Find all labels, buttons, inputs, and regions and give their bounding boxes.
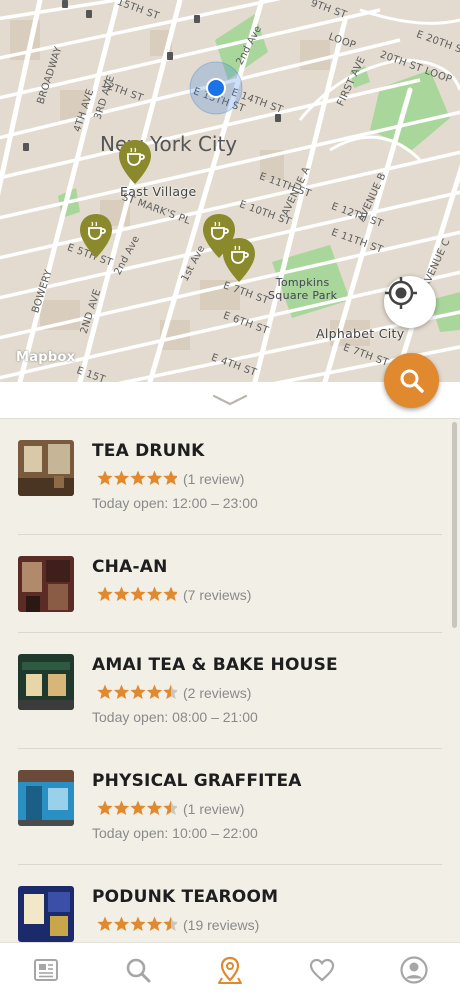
star-icon (163, 470, 177, 485)
search-button[interactable] (384, 353, 439, 408)
star-rating (97, 470, 177, 485)
review-count: (7 reviews) (183, 587, 252, 603)
opening-hours: Today open: 12:00 – 23:00 (92, 495, 258, 511)
newspaper-icon (34, 959, 58, 981)
star-rating (97, 800, 177, 815)
star-icon (163, 586, 177, 601)
shop-thumbnail (18, 440, 74, 496)
star-rating (97, 916, 177, 931)
map-park-label: Tompkins Square Park (268, 276, 338, 302)
mapbox-logo: Mapbox (16, 350, 76, 365)
star-icon (146, 684, 163, 699)
shop-name: PODUNK TEAROOM (92, 887, 279, 907)
star-icon (146, 800, 163, 815)
profile-icon (400, 956, 428, 984)
map-view[interactable]: 15TH ST 9TH ST E 20TH ST 20TH ST LOOP LO… (0, 0, 460, 382)
opening-hours: Today open: 10:00 – 22:00 (92, 825, 258, 841)
tea-shop-map-pin[interactable] (78, 212, 114, 260)
tab-favorites[interactable] (276, 943, 368, 997)
star-icon (130, 916, 146, 931)
tab-news[interactable] (0, 943, 92, 997)
star-icon (97, 800, 113, 815)
map-area-label: Alphabet City (316, 326, 405, 341)
star-icon (97, 916, 113, 931)
star-icon (130, 586, 146, 601)
star-icon (113, 470, 130, 485)
tea-shop-list[interactable]: TEA DRUNK (1 review) Today open: 12:00 –… (0, 419, 460, 942)
star-rating (97, 586, 177, 601)
star-icon (113, 586, 130, 601)
star-icon (146, 586, 163, 601)
tab-map[interactable] (184, 943, 276, 997)
star-icon (97, 470, 113, 485)
shop-name: PHYSICAL GRAFFITEA (92, 771, 302, 791)
star-rating (97, 684, 177, 699)
star-icon (130, 800, 146, 815)
star-icon (113, 684, 130, 699)
review-count: (1 review) (183, 801, 245, 817)
star-icon (113, 800, 130, 815)
list-item[interactable]: PHYSICAL GRAFFITEA (1 review) Today open… (0, 749, 442, 865)
star-icon (97, 684, 113, 699)
list-item[interactable]: AMAI TEA & BAKE HOUSE (2 reviews) Today … (0, 633, 442, 749)
recenter-location-button[interactable] (384, 276, 436, 328)
star-icon (130, 470, 146, 485)
list-item[interactable]: TEA DRUNK (1 review) Today open: 12:00 –… (0, 419, 442, 535)
shop-thumbnail (18, 886, 74, 942)
star-icon (146, 916, 163, 931)
review-count: (19 reviews) (183, 917, 260, 933)
map-pin-icon (218, 956, 242, 984)
chevron-down-icon (212, 394, 248, 406)
star-icon (130, 684, 146, 699)
star-icon (146, 470, 163, 485)
user-location-icon (189, 61, 243, 115)
list-item[interactable]: PODUNK TEAROOM (19 reviews) (0, 865, 442, 942)
shop-thumbnail (18, 556, 74, 612)
shop-thumbnail (18, 654, 74, 710)
crosshair-icon (385, 277, 417, 309)
review-count: (2 reviews) (183, 685, 252, 701)
star-icon (113, 916, 130, 931)
search-icon (400, 369, 424, 393)
review-count: (1 review) (183, 471, 245, 487)
tea-shop-map-pin[interactable] (117, 138, 153, 186)
tab-search[interactable] (92, 943, 184, 997)
shop-name: AMAI TEA & BAKE HOUSE (92, 655, 338, 675)
search-icon (126, 958, 151, 983)
shop-name: CHA-AN (92, 557, 168, 577)
heart-icon (309, 958, 335, 982)
tea-shop-map-pin[interactable] (221, 236, 257, 284)
list-scrollbar[interactable] (452, 422, 457, 628)
star-icon (97, 586, 113, 601)
tab-profile[interactable] (368, 943, 460, 997)
opening-hours: Today open: 08:00 – 21:00 (92, 709, 258, 725)
shop-name: TEA DRUNK (92, 441, 205, 461)
list-item[interactable]: CHA-AN (7 reviews) (0, 535, 442, 633)
shop-thumbnail (18, 770, 74, 826)
bottom-tab-bar (0, 942, 460, 997)
